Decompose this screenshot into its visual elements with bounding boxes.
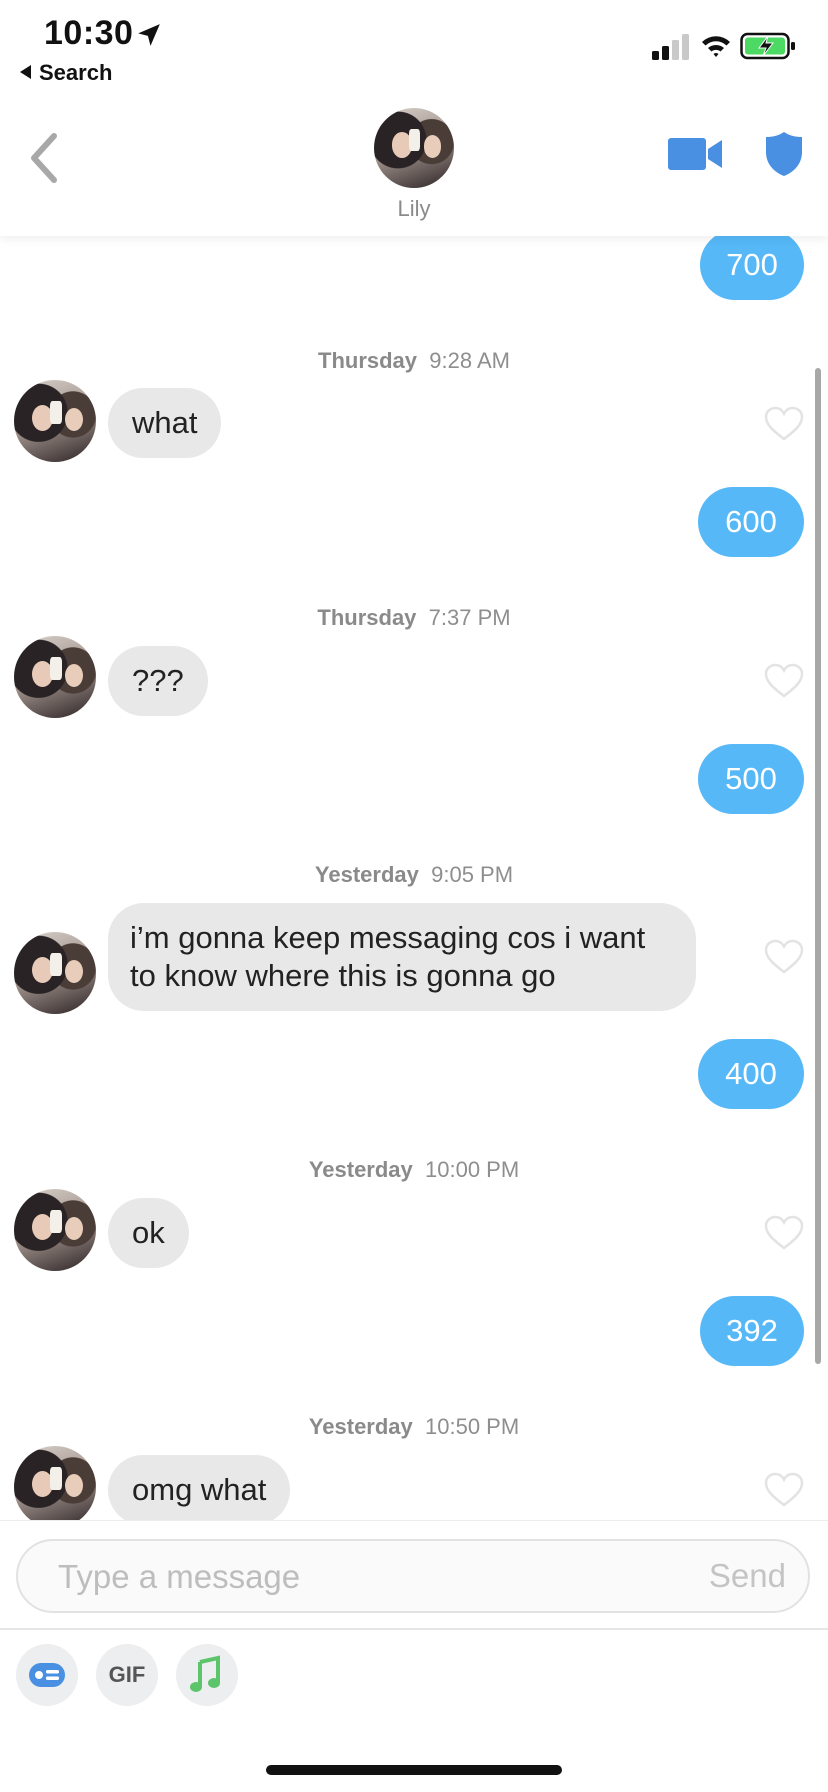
music-button[interactable] — [176, 1644, 238, 1706]
heart-icon[interactable] — [764, 939, 804, 975]
timestamp-time: 10:50 PM — [425, 1414, 520, 1439]
message-timestamp: Yesterday 9:05 PM — [0, 862, 828, 888]
scrollbar[interactable] — [815, 368, 821, 1364]
toolbar-divider — [0, 1628, 828, 1630]
gif-button[interactable]: GIF — [96, 1644, 158, 1706]
message-thread[interactable]: 700 Thursday 9:28 AM what 600 Thursday 7… — [0, 230, 828, 1520]
outgoing-message[interactable]: 700 — [700, 230, 804, 300]
back-app-label: Search — [39, 60, 113, 85]
timestamp-time: 9:28 AM — [429, 348, 510, 373]
back-triangle-icon — [20, 65, 31, 79]
timestamp-time: 10:00 PM — [425, 1157, 520, 1182]
contact-card-icon — [29, 1663, 65, 1687]
message-input[interactable] — [56, 1553, 660, 1601]
message-timestamp: Thursday 7:37 PM — [0, 605, 828, 631]
wifi-icon — [702, 36, 730, 57]
timestamp-day: Thursday — [317, 605, 417, 630]
music-note-icon — [190, 1655, 220, 1692]
incoming-message[interactable]: what — [108, 388, 222, 458]
message-avatar[interactable] — [14, 1446, 96, 1520]
heart-icon[interactable] — [764, 406, 804, 442]
timestamp-time: 9:05 PM — [431, 862, 514, 887]
contact-card-button[interactable] — [16, 1644, 78, 1706]
timestamp-day: Thursday — [318, 348, 418, 373]
heart-icon[interactable] — [764, 663, 804, 699]
message-timestamp: Thursday 9:28 AM — [0, 348, 828, 374]
signal-icon — [652, 34, 689, 60]
incoming-message[interactable]: omg what — [108, 1455, 291, 1520]
location-arrow-icon — [138, 24, 160, 46]
timestamp-day: Yesterday — [308, 1157, 413, 1182]
heart-icon[interactable] — [764, 1472, 804, 1508]
back-to-app-link[interactable]: Search — [20, 60, 112, 86]
outgoing-message[interactable]: 392 — [700, 1296, 804, 1366]
home-indicator[interactable] — [266, 1765, 562, 1775]
message-avatar[interactable] — [14, 1189, 96, 1271]
back-chevron-icon[interactable] — [26, 130, 62, 186]
shield-icon[interactable] — [764, 130, 804, 178]
outgoing-message[interactable]: 400 — [698, 1039, 804, 1109]
message-input-container[interactable]: Send — [16, 1539, 810, 1613]
message-timestamp: Yesterday 10:50 PM — [0, 1414, 828, 1440]
battery-charging-icon — [740, 32, 795, 60]
chat-header: Lily — [0, 100, 828, 236]
message-composer: Send — [0, 1520, 828, 1629]
outgoing-message[interactable]: 500 — [698, 744, 804, 814]
gif-label: GIF — [108, 1662, 146, 1687]
video-call-icon[interactable] — [668, 136, 724, 172]
message-avatar[interactable] — [14, 932, 96, 1014]
timestamp-time: 7:37 PM — [428, 605, 511, 630]
incoming-message[interactable]: ??? — [108, 646, 208, 716]
timestamp-day: Yesterday — [314, 862, 419, 887]
heart-icon[interactable] — [764, 1215, 804, 1251]
send-button[interactable]: Send — [709, 1557, 786, 1595]
message-avatar[interactable] — [14, 380, 96, 462]
status-time: 10:30 — [44, 14, 134, 52]
incoming-message[interactable]: i’m gonna keep messaging cos i want to k… — [108, 903, 696, 1011]
contact-avatar[interactable] — [374, 108, 454, 188]
contact-name[interactable]: Lily — [0, 196, 828, 222]
message-avatar[interactable] — [14, 636, 96, 718]
timestamp-day: Yesterday — [308, 1414, 413, 1439]
incoming-message[interactable]: ok — [108, 1198, 189, 1268]
message-timestamp: Yesterday 10:00 PM — [0, 1157, 828, 1183]
outgoing-message[interactable]: 600 — [698, 487, 804, 557]
